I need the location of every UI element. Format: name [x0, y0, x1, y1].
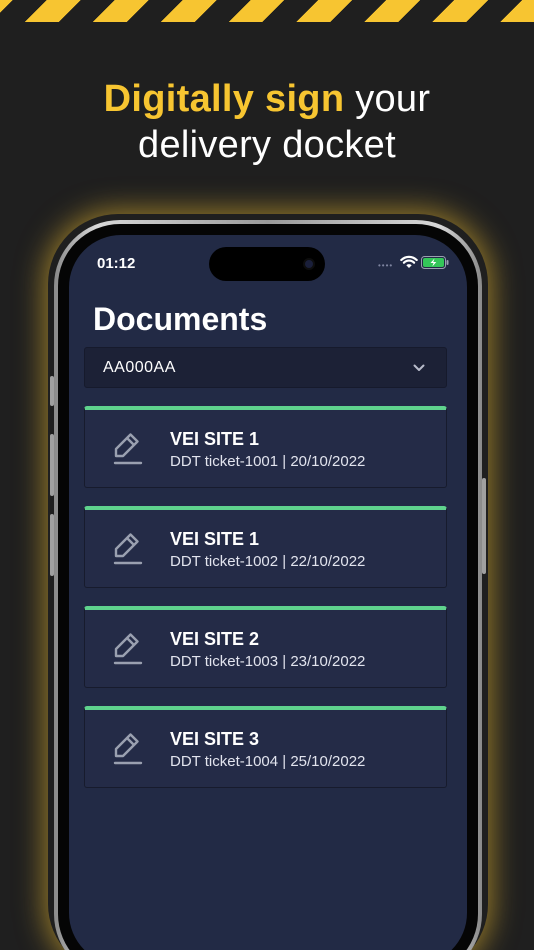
document-ticket-date: DDT ticket-1002 | 22/10/2022 — [170, 553, 366, 570]
document-card[interactable]: VEI SITE 1 DDT ticket-1001 | 20/10/2022 — [84, 406, 447, 488]
chevron-down-icon — [413, 364, 425, 371]
phone-mute-button — [50, 376, 54, 406]
pencil-sign-icon — [113, 533, 143, 565]
document-ticket-date: DDT ticket-1004 | 25/10/2022 — [170, 753, 366, 770]
phone-volume-up-button — [50, 434, 54, 496]
document-site-name: VEI SITE 3 — [170, 729, 260, 749]
dynamic-island — [209, 247, 325, 281]
headline-accent: Digitally sign — [103, 78, 345, 120]
phone-bezel: 01:12 •••• Documents AA000AA VEI SITE 1 … — [58, 224, 478, 950]
document-card[interactable]: VEI SITE 2 DDT ticket-1003 | 23/10/2022 — [84, 606, 447, 688]
headline-line-2: delivery docket — [138, 124, 396, 166]
phone-frame: 01:12 •••• Documents AA000AA VEI SITE 1 … — [50, 220, 486, 950]
vehicle-select-value: AA000AA — [103, 359, 176, 376]
signal-dots-icon: •••• — [378, 261, 394, 270]
wifi-icon — [400, 255, 418, 268]
headline-line-1: Digitally sign your — [0, 76, 534, 122]
phone-volume-down-button — [50, 514, 54, 576]
pencil-sign-icon — [113, 633, 143, 665]
battery-charging-icon — [421, 256, 449, 269]
document-ticket-date: DDT ticket-1001 | 20/10/2022 — [170, 453, 366, 470]
hazard-stripe-banner — [0, 0, 534, 22]
pencil-sign-icon — [113, 433, 143, 465]
page-title: Documents — [93, 301, 268, 337]
document-card[interactable]: VEI SITE 1 DDT ticket-1002 | 22/10/2022 — [84, 506, 447, 588]
front-camera — [303, 258, 315, 270]
status-time: 01:12 — [97, 255, 136, 272]
vehicle-select-dropdown[interactable]: AA000AA — [84, 347, 447, 388]
pencil-sign-icon — [113, 733, 143, 765]
document-site-name: VEI SITE 1 — [170, 429, 260, 449]
promo-headline: Digitally sign your delivery docket — [0, 76, 534, 168]
app-screen: 01:12 •••• Documents AA000AA VEI SITE 1 … — [69, 235, 467, 950]
document-site-name: VEI SITE 1 — [170, 529, 260, 549]
headline-rest: your — [344, 78, 431, 120]
phone-power-button — [482, 478, 486, 574]
document-site-name: VEI SITE 2 — [170, 629, 260, 649]
document-ticket-date: DDT ticket-1003 | 23/10/2022 — [170, 653, 366, 670]
document-card[interactable]: VEI SITE 3 DDT ticket-1004 | 25/10/2022 — [84, 706, 447, 788]
